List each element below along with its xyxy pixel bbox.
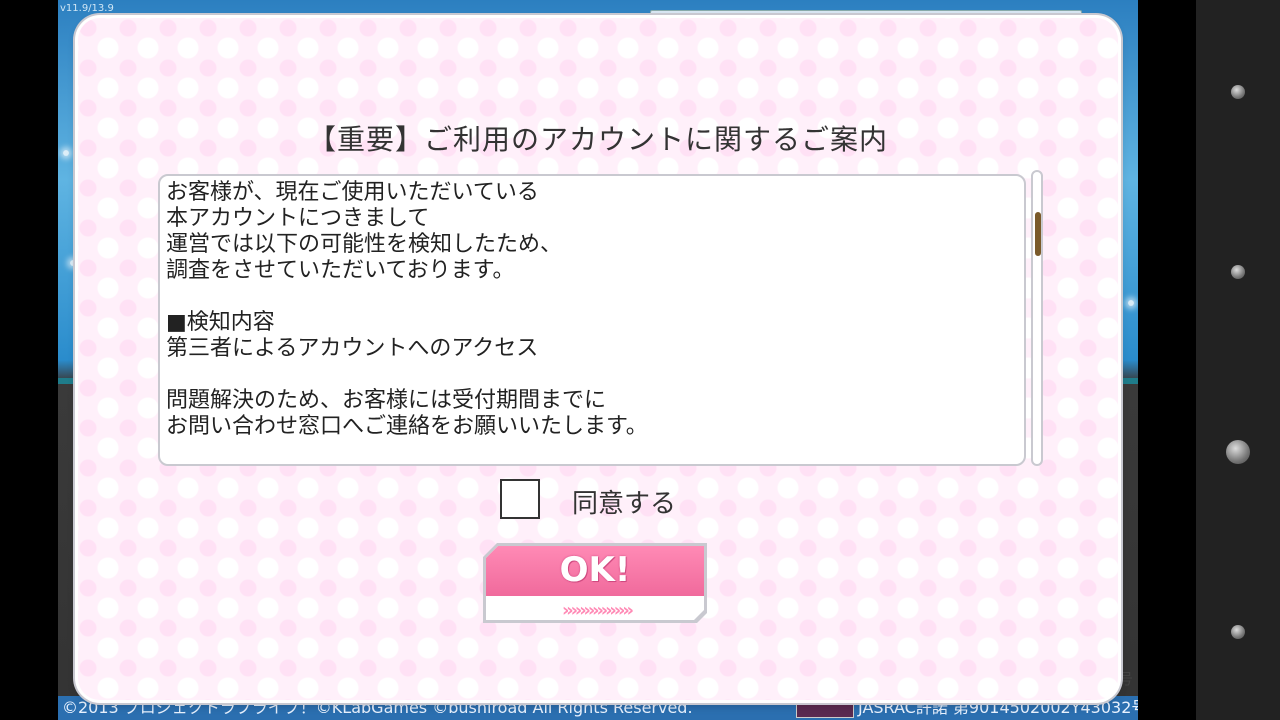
notice-text-area[interactable]: お客様が、現在ご使用いただいている 本アカウントにつきまして 運営では以下の可能… <box>158 174 1026 466</box>
notice-line: 運営では以下の可能性を検知したため、 <box>166 232 563 257</box>
ok-button-face: OK! »»»»»»»» <box>486 546 704 620</box>
notice-line: ■検知内容 <box>166 310 275 335</box>
android-nav-bar <box>1196 0 1280 720</box>
ok-button[interactable]: OK! »»»»»»»» <box>483 543 707 623</box>
scrollbar-thumb[interactable] <box>1035 212 1041 256</box>
agree-label[interactable]: 同意する <box>572 483 676 520</box>
notice-line: 第三者によるアカウントへのアクセス <box>166 336 539 361</box>
notice-line: お問い合わせ窓口へご連絡をお願いいたします。 <box>166 414 648 439</box>
notice-line: お客様が、現在ご使用いただいている <box>166 180 539 205</box>
ok-arrows-icon: »»»»»»»» <box>562 600 634 621</box>
agree-checkbox[interactable] <box>500 479 540 519</box>
account-notice-dialog: 【重要】ご利用のアカウントに関するご案内 お客様が、現在ご使用いただいている 本… <box>78 18 1118 700</box>
notice-line <box>166 362 1018 388</box>
right-letterbox <box>1138 0 1196 720</box>
left-letterbox <box>0 0 58 720</box>
copyright-text: ©2013 プロジェクトラブライブ！©KLabGames ©bushiroad … <box>62 698 693 717</box>
notice-scrollbar[interactable] <box>1031 170 1043 466</box>
side-label: 号 <box>1118 670 1134 688</box>
notice-line: 調査をさせていただいております。 <box>166 258 515 283</box>
notice-line <box>166 284 1018 310</box>
nav-home-icon[interactable] <box>1226 440 1250 464</box>
nav-back-icon[interactable] <box>1231 265 1245 279</box>
ok-button-label: OK! <box>559 550 631 590</box>
notice-line: 本アカウントにつきまして <box>166 206 430 231</box>
dialog-title: 【重要】ご利用のアカウントに関するご案内 <box>307 123 888 156</box>
version-label: v11.9/13.9 <box>60 3 114 14</box>
nav-recents-icon[interactable] <box>1231 625 1245 639</box>
nav-top-icon[interactable] <box>1231 85 1245 99</box>
notice-line: 問題解決のため、お客様には受付期間までに <box>166 388 607 413</box>
jasrac-logo <box>796 700 854 718</box>
